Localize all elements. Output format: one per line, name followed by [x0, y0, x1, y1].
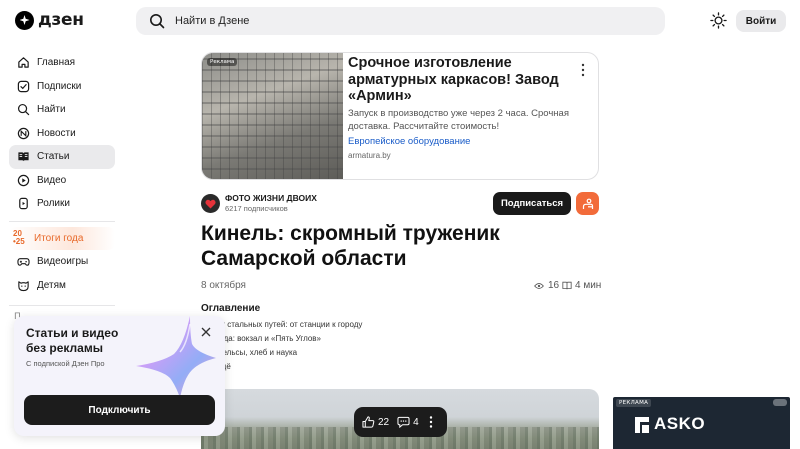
side-ad-banner[interactable]: РЕКЛАМА ASKO: [613, 397, 790, 449]
more-vertical-icon[interactable]: [580, 63, 586, 77]
book-icon: [562, 281, 572, 290]
connect-button[interactable]: Подключить: [24, 395, 215, 425]
reactions-bar: 22 4: [354, 407, 447, 437]
channel-name[interactable]: ФОТО ЖИЗНИ ДВОИХ: [225, 193, 317, 203]
news-icon: [17, 127, 30, 139]
subscriber-count: 6217 подписчиков: [225, 204, 288, 213]
article-title: Кинель: скромный труженик Самарской обла…: [201, 222, 500, 270]
views-value: 16: [548, 280, 560, 291]
ad-domain: armatura.by: [348, 151, 391, 160]
sidebar-item-label: Подписки: [37, 80, 82, 92]
gamepad-icon: [17, 258, 30, 267]
sidebar-item-label: Видеоигры: [37, 256, 89, 268]
share-button[interactable]: [576, 192, 599, 215]
more-horizontal-icon[interactable]: [773, 399, 787, 406]
header: дзен Найти в Дзене Войти: [0, 0, 800, 42]
eye-icon: [534, 282, 544, 289]
sidebar-item-label: Главная: [37, 57, 76, 69]
comment-count: 4: [413, 416, 419, 428]
search-input[interactable]: Найти в Дзене: [136, 7, 665, 35]
read-time: 4 мин: [562, 280, 601, 291]
divider: [9, 220, 115, 222]
like-button[interactable]: 22: [362, 416, 389, 428]
share-icon: [582, 198, 593, 209]
sidebar-item-label: Найти: [37, 104, 66, 116]
ad-card[interactable]: Реклама Срочное изготовление арматурных …: [201, 52, 599, 180]
toc-item[interactable]: ение у стальных путей: от станции к горо…: [201, 320, 362, 329]
sidebar-item-subscriptions[interactable]: Подписки: [9, 75, 115, 99]
search-placeholder: Найти в Дзене: [175, 15, 250, 27]
shorts-icon: [19, 198, 28, 210]
ad-description: Запуск в производство уже через 2 часа. …: [348, 108, 569, 132]
search-icon: [17, 104, 30, 116]
asko-logo-icon: [635, 417, 649, 433]
sidebar-item-articles[interactable]: Статьи: [9, 145, 115, 169]
avatar[interactable]: [201, 194, 220, 213]
sidebar-item-kids[interactable]: Детям: [9, 274, 115, 298]
ad-label: РЕКЛАМА: [616, 399, 652, 407]
comments-button[interactable]: 4: [397, 416, 419, 428]
more-vertical-icon[interactable]: [429, 416, 433, 428]
dzen-logo-icon: [15, 10, 34, 30]
ad-brand: ASKO: [654, 414, 706, 433]
search-icon: [150, 14, 165, 29]
sidebar-item-home[interactable]: Главная: [9, 51, 115, 75]
ad-link[interactable]: Европейское оборудование: [348, 136, 470, 147]
login-button[interactable]: Войти: [736, 10, 786, 32]
articles-icon: [18, 152, 29, 162]
video-icon: [17, 174, 30, 186]
divider: [9, 305, 115, 306]
sidebar-item-label: Новости: [37, 127, 76, 139]
subscriptions-icon: [17, 80, 30, 92]
promo-subtitle: С подпиской Дзен Про: [26, 359, 105, 368]
read-time-value: 4 мин: [575, 280, 602, 291]
kids-icon: [18, 280, 29, 291]
year-badge-bottom: •25: [13, 237, 25, 247]
year-badge: 20 •25: [13, 230, 33, 246]
views-count: 16: [534, 280, 559, 291]
logo-text: дзен: [38, 10, 84, 30]
promo-popup: Статьи и видео без рекламы С подпиской Д…: [14, 316, 225, 436]
home-icon: [18, 57, 29, 68]
sidebar-item-shorts[interactable]: Ролики: [9, 192, 115, 216]
comment-icon: [397, 416, 410, 428]
sun-icon[interactable]: [710, 12, 727, 29]
close-icon[interactable]: [200, 326, 212, 338]
sidebar-item-year-results[interactable]: 20 •25 Итоги года: [9, 226, 115, 250]
heart-icon: [205, 199, 216, 209]
ad-image[interactable]: Реклама: [202, 53, 343, 179]
promo-title: Статьи и видео без рекламы: [26, 326, 119, 355]
sidebar-item-label: Видео: [37, 174, 67, 186]
article-date: 8 октября: [201, 280, 246, 291]
like-count: 22: [378, 416, 390, 428]
subscribe-button[interactable]: Подписаться: [493, 192, 571, 215]
sidebar-item-video[interactable]: Видео: [9, 169, 115, 193]
logo[interactable]: дзен: [15, 10, 84, 30]
toc-title: Оглавление: [201, 303, 261, 314]
sidebar: Главная Подписки Найти Новости Статьи Ви…: [9, 51, 115, 322]
sidebar-item-label: Ролики: [37, 198, 70, 210]
sidebar-item-news[interactable]: Новости: [9, 122, 115, 146]
ad-title[interactable]: Срочное изготовление арматурных каркасов…: [348, 55, 573, 105]
sidebar-item-label: Детям: [37, 279, 66, 291]
ad-label: Реклама: [207, 58, 238, 66]
sidebar-item-label: Итоги года: [34, 232, 84, 244]
thumbs-up-icon: [362, 416, 375, 428]
sidebar-item-label: Статьи: [37, 151, 70, 163]
sidebar-item-videogames[interactable]: Видеоигры: [9, 250, 115, 274]
sidebar-item-search[interactable]: Найти: [9, 98, 115, 122]
